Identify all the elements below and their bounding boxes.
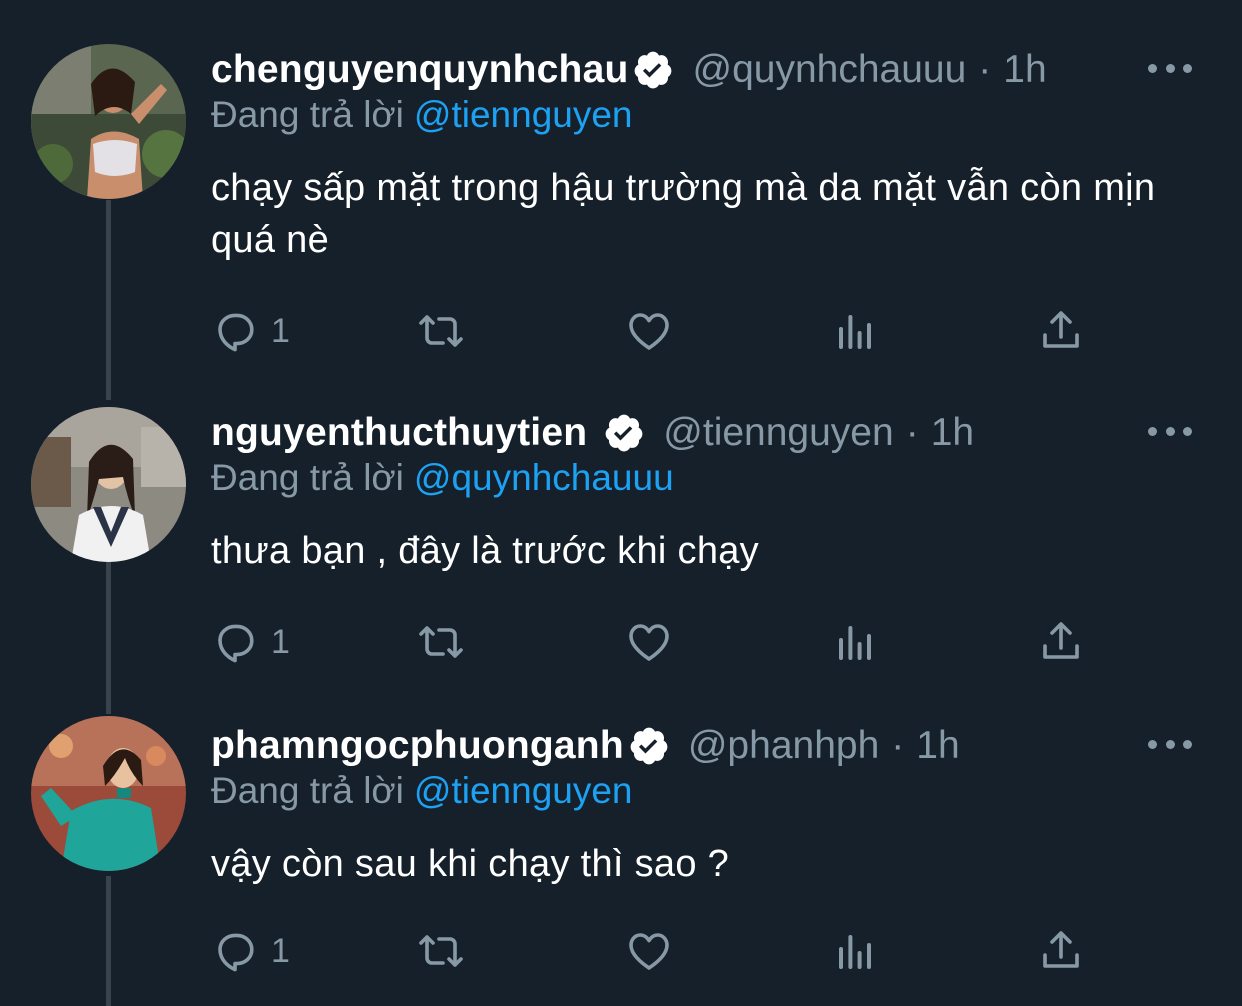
retweet-button[interactable] bbox=[417, 926, 465, 976]
analytics-icon bbox=[839, 626, 871, 660]
separator-dot: · bbox=[891, 724, 905, 767]
mention-link[interactable]: @quynhchauuu bbox=[414, 457, 674, 498]
retweet-icon bbox=[419, 315, 463, 347]
tweet-actions: 1 bbox=[211, 306, 1111, 356]
replying-to: Đang trả lời @quynhchauuu bbox=[211, 457, 674, 499]
mention-link[interactable]: @tiennguyen bbox=[414, 94, 633, 135]
timestamp[interactable]: 1h bbox=[916, 724, 959, 768]
handle[interactable]: @quynhchauuu bbox=[692, 48, 966, 92]
tweet-text: thưa bạn , đây là trước khi chạy bbox=[211, 530, 759, 572]
share-button[interactable] bbox=[1037, 617, 1085, 667]
share-icon bbox=[1043, 931, 1079, 968]
tweet-actions: 1 bbox=[211, 926, 1111, 976]
replying-to-label: Đang trả lời bbox=[211, 770, 404, 811]
tweet-header: phamngocphuonganh @phanhph · 1h bbox=[211, 720, 960, 772]
tweet-actions: 1 bbox=[211, 617, 1111, 667]
tweet[interactable]: chenguyenquynhchau @quynhchauuu · 1h Đan… bbox=[0, 44, 1242, 364]
tweet-header: chenguyenquynhchau @quynhchauuu · 1h bbox=[211, 44, 1047, 96]
avatar[interactable] bbox=[31, 44, 186, 199]
reply-button[interactable]: 1 bbox=[211, 617, 290, 667]
more-options-icon[interactable] bbox=[1148, 421, 1192, 441]
tweet[interactable]: nguyenthucthuytien @tiennguyen · 1h Đang… bbox=[0, 407, 1242, 687]
analytics-button[interactable] bbox=[831, 926, 879, 976]
verified-badge-icon bbox=[630, 727, 668, 765]
like-button[interactable] bbox=[625, 617, 673, 667]
handle[interactable]: @phanhph bbox=[688, 724, 879, 768]
replying-to-label: Đang trả lời bbox=[211, 457, 404, 498]
retweet-icon bbox=[419, 935, 463, 967]
reply-icon bbox=[218, 933, 254, 972]
reply-count: 1 bbox=[271, 622, 290, 661]
retweet-button[interactable] bbox=[417, 306, 465, 356]
heart-icon bbox=[629, 624, 669, 661]
reply-button[interactable]: 1 bbox=[211, 306, 290, 356]
share-button[interactable] bbox=[1037, 926, 1085, 976]
replying-to: Đang trả lời @tiennguyen bbox=[211, 770, 633, 812]
reply-icon bbox=[218, 313, 254, 352]
handle[interactable]: @tiennguyen bbox=[663, 411, 893, 455]
reply-count: 1 bbox=[271, 931, 290, 970]
retweet-button[interactable] bbox=[417, 617, 465, 667]
more-options-icon[interactable] bbox=[1148, 734, 1192, 754]
separator-dot: · bbox=[905, 411, 919, 454]
reply-button[interactable]: 1 bbox=[211, 926, 290, 976]
separator-dot: · bbox=[978, 48, 992, 91]
replying-to-label: Đang trả lời bbox=[211, 94, 404, 135]
avatar[interactable] bbox=[31, 716, 186, 871]
mention-link[interactable]: @tiennguyen bbox=[414, 770, 633, 811]
reply-count: 1 bbox=[271, 311, 290, 350]
share-icon bbox=[1043, 622, 1079, 659]
heart-icon bbox=[629, 313, 669, 350]
reply-icon bbox=[218, 624, 254, 663]
heart-icon bbox=[629, 933, 669, 970]
display-name[interactable]: phamngocphuonganh bbox=[211, 724, 624, 768]
avatar[interactable] bbox=[31, 407, 186, 562]
analytics-button[interactable] bbox=[831, 617, 879, 667]
timestamp[interactable]: 1h bbox=[931, 411, 974, 455]
like-button[interactable] bbox=[625, 306, 673, 356]
tweet[interactable]: phamngocphuonganh @phanhph · 1h Đang trả… bbox=[0, 716, 1242, 1000]
share-button[interactable] bbox=[1037, 306, 1085, 356]
display-name[interactable]: nguyenthucthuytien bbox=[211, 411, 587, 455]
share-icon bbox=[1043, 311, 1079, 348]
replying-to: Đang trả lời @tiennguyen bbox=[211, 94, 633, 136]
tweet-header: nguyenthucthuytien @tiennguyen · 1h bbox=[211, 407, 974, 459]
tweet-text: chạy sấp mặt trong hậu trường mà da mặt … bbox=[211, 167, 1156, 261]
display-name[interactable]: chenguyenquynhchau bbox=[211, 48, 628, 92]
analytics-icon bbox=[839, 315, 871, 349]
timestamp[interactable]: 1h bbox=[1003, 48, 1046, 92]
verified-badge-icon bbox=[605, 414, 643, 452]
analytics-icon bbox=[839, 935, 871, 969]
retweet-icon bbox=[419, 626, 463, 658]
tweet-text: vậy còn sau khi chạy thì sao ? bbox=[211, 843, 730, 885]
more-options-icon[interactable] bbox=[1148, 58, 1192, 78]
analytics-button[interactable] bbox=[831, 306, 879, 356]
like-button[interactable] bbox=[625, 926, 673, 976]
verified-badge-icon bbox=[635, 51, 672, 89]
